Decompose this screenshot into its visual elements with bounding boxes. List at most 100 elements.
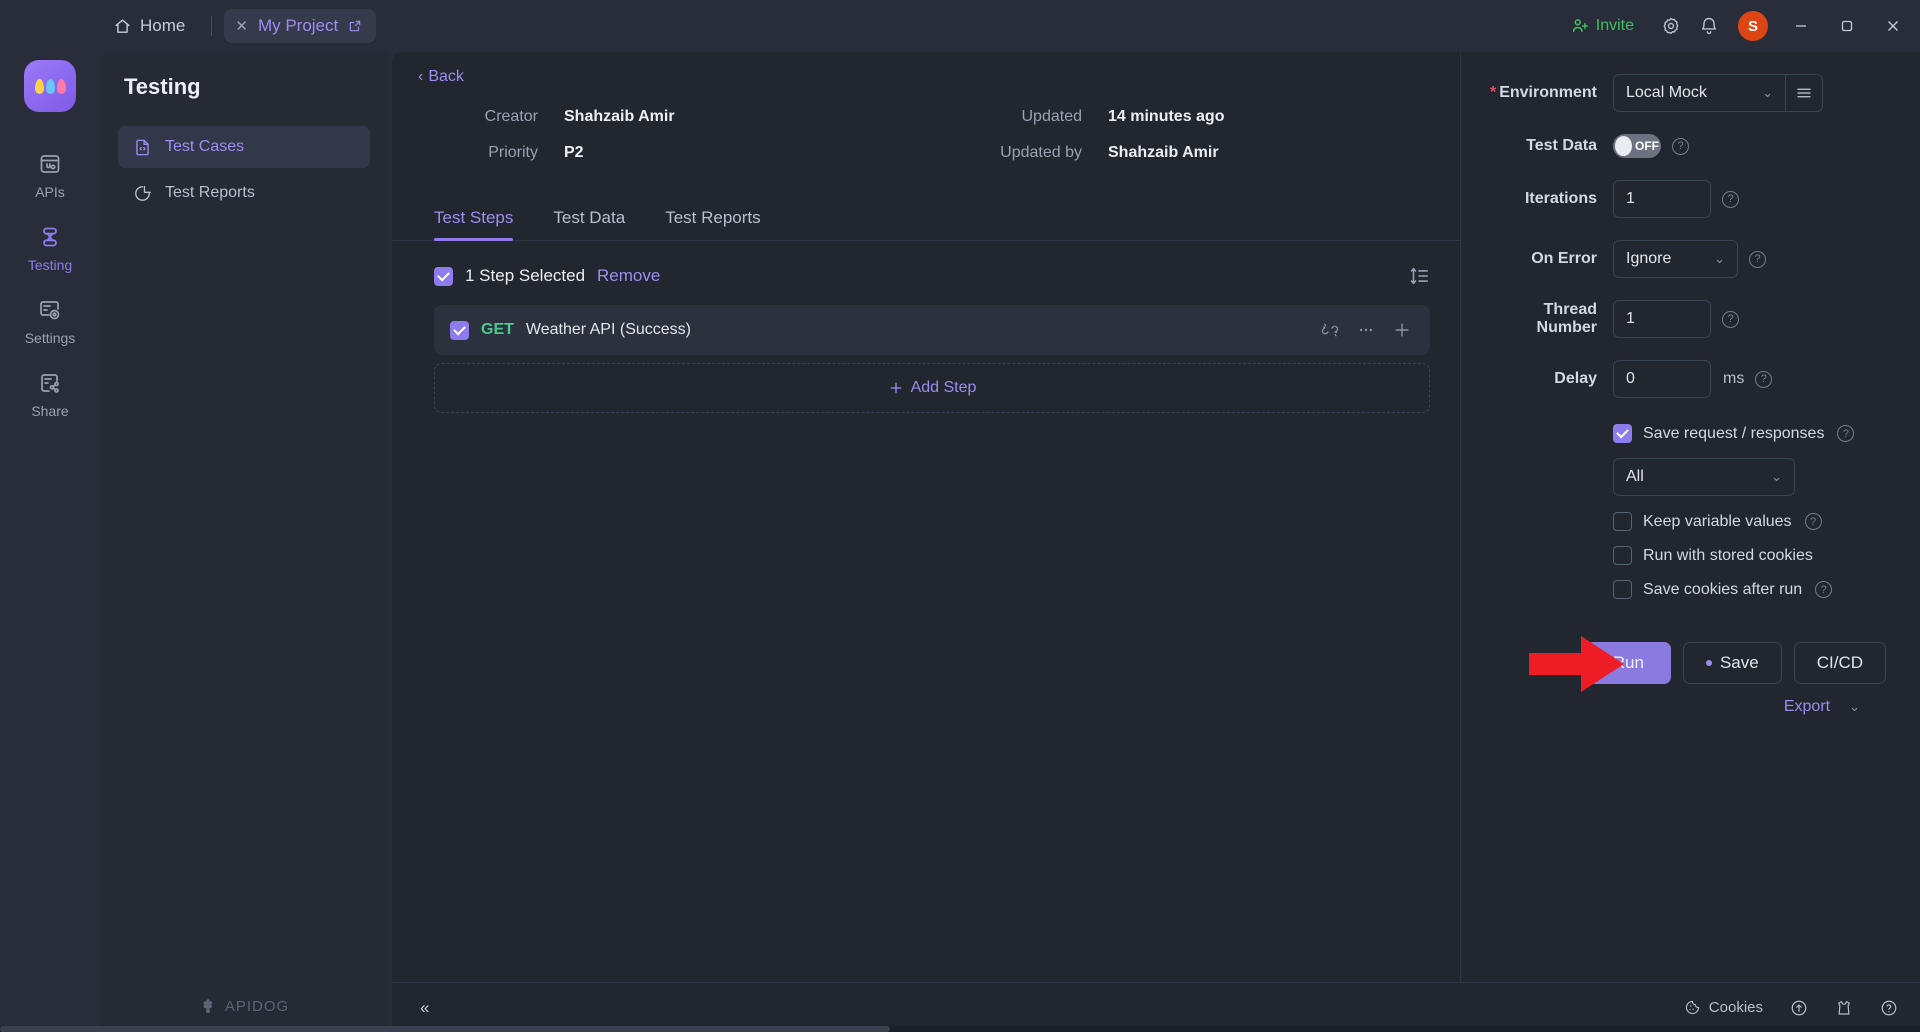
cookies-button[interactable]: Cookies xyxy=(1683,998,1763,1017)
project-tab[interactable]: ✕ My Project xyxy=(224,9,377,43)
environment-control: Local Mock ⌄ xyxy=(1613,74,1823,112)
close-window-icon[interactable] xyxy=(1870,0,1916,52)
plus-icon[interactable] xyxy=(1390,318,1414,342)
apidog-mark-icon xyxy=(199,997,217,1015)
select-all-steps-checkbox[interactable] xyxy=(434,266,453,286)
iterations-input[interactable]: 1 xyxy=(1613,180,1711,218)
broken-link-icon[interactable] xyxy=(1318,318,1342,342)
rail-item-apis[interactable]: APIs xyxy=(0,140,100,213)
steps-area: 1 Step Selected Remove GET Weather API (… xyxy=(392,241,1460,982)
logo-drop-yellow xyxy=(34,78,44,94)
thread-number-value: 1 xyxy=(1626,310,1635,327)
delay-input[interactable]: 0 xyxy=(1613,360,1711,398)
step-checkbox[interactable] xyxy=(450,320,469,340)
apidog-logo-icon[interactable] xyxy=(24,60,76,112)
help-icon[interactable]: ? xyxy=(1672,137,1689,155)
stored-cookies-row: Run with stored cookies xyxy=(1613,546,1886,565)
on-error-select[interactable]: Ignore ⌄ xyxy=(1613,240,1738,278)
project-tab-label: My Project xyxy=(257,16,339,35)
gear-icon[interactable] xyxy=(1652,7,1690,45)
theme-button[interactable] xyxy=(1834,998,1853,1017)
rail-item-label: Testing xyxy=(27,257,73,273)
bell-icon[interactable] xyxy=(1690,7,1728,45)
add-step-label: Add Step xyxy=(910,379,977,396)
tab-test-reports[interactable]: Test Reports xyxy=(665,208,760,240)
thread-number-input[interactable]: 1 xyxy=(1613,300,1711,338)
rail-item-label: APIs xyxy=(35,184,65,200)
external-link-icon[interactable] xyxy=(348,19,362,33)
cookies-label: Cookies xyxy=(1708,999,1763,1016)
save-cookies-checkbox[interactable] xyxy=(1613,580,1632,599)
remove-steps-button[interactable]: Remove xyxy=(597,266,660,286)
rail-item-testing[interactable]: Testing xyxy=(0,213,100,286)
save-requests-checkbox[interactable] xyxy=(1613,424,1632,443)
meta-column-left: Creator Shahzaib Amir Priority P2 xyxy=(392,108,952,162)
config-row-iterations: Iterations 1 ? xyxy=(1485,180,1886,218)
main-panel: ‹ Back Creator Shahzaib Amir Priority P2 xyxy=(392,52,1920,1032)
save-button[interactable]: Save xyxy=(1682,642,1782,684)
meta-row-updated: Updated 14 minutes ago xyxy=(952,108,1225,126)
save-requests-scope-select[interactable]: All ⌄ xyxy=(1613,458,1795,496)
environment-select[interactable]: Local Mock ⌄ xyxy=(1613,74,1785,112)
share-icon xyxy=(37,370,63,396)
stored-cookies-checkbox[interactable] xyxy=(1613,546,1632,565)
back-button[interactable]: ‹ Back xyxy=(392,52,464,86)
minimize-icon[interactable] xyxy=(1778,0,1824,52)
horizontal-scrollbar[interactable] xyxy=(0,1026,1920,1032)
keep-variables-row: Keep variable values ? xyxy=(1613,512,1886,531)
delay-value: 0 xyxy=(1626,370,1635,387)
close-icon[interactable]: ✕ xyxy=(235,19,248,34)
run-button[interactable]: Run xyxy=(1585,642,1671,684)
unsaved-changes-dot xyxy=(1705,660,1712,666)
on-error-value: Ignore xyxy=(1626,250,1672,267)
avatar-initial: S xyxy=(1747,17,1758,35)
help-icon[interactable]: ? xyxy=(1749,250,1766,268)
help-icon[interactable]: ? xyxy=(1722,190,1739,208)
sidebar-item-test-reports[interactable]: Test Reports xyxy=(118,172,370,214)
upload-button[interactable] xyxy=(1789,998,1808,1017)
step-method: GET xyxy=(481,321,514,338)
test-case-detail: ‹ Back Creator Shahzaib Amir Priority P2 xyxy=(392,52,1460,982)
help-icon[interactable]: ? xyxy=(1722,310,1739,328)
sort-icon[interactable] xyxy=(1408,265,1430,287)
table-row[interactable]: GET Weather API (Success) xyxy=(434,305,1430,355)
sidebar-footer-brand: APIDOG xyxy=(100,980,388,1032)
hamburger-icon[interactable] xyxy=(1785,74,1823,112)
help-icon[interactable]: ? xyxy=(1804,513,1822,530)
meta-value: Shahzaib Amir xyxy=(564,108,675,125)
help-button[interactable] xyxy=(1879,998,1898,1017)
help-icon[interactable]: ? xyxy=(1837,425,1855,442)
keep-variables-checkbox[interactable] xyxy=(1613,512,1632,531)
home-tab[interactable]: Home xyxy=(100,10,199,42)
invite-button[interactable]: Invite xyxy=(1559,11,1646,41)
maximize-icon[interactable] xyxy=(1824,0,1870,52)
toggle-knob xyxy=(1615,136,1632,156)
cicd-button[interactable]: CI/CD xyxy=(1793,642,1886,684)
config-row-on-error: On Error Ignore ⌄ ? xyxy=(1485,240,1886,278)
add-step-button[interactable]: Add Step xyxy=(434,363,1430,413)
double-chevron-left-icon[interactable]: « xyxy=(410,992,439,1024)
config-checkboxes: Save request / responses ? All ⌄ Keep va… xyxy=(1485,424,1886,614)
more-horizontal-icon[interactable] xyxy=(1354,318,1378,342)
save-cookies-label: Save cookies after run xyxy=(1643,580,1803,598)
file-code-icon xyxy=(132,137,152,157)
chevron-left-icon: ‹ xyxy=(418,68,424,85)
sidebar-item-test-cases[interactable]: Test Cases xyxy=(118,126,370,168)
rail-item-share[interactable]: Share xyxy=(0,359,100,432)
logo-drop-pink xyxy=(56,78,66,94)
export-button[interactable]: Export ⌄ xyxy=(1485,698,1886,716)
apis-icon xyxy=(37,151,63,177)
rail-item-settings[interactable]: Settings xyxy=(0,286,100,359)
config-row-test-data: Test Data OFF ? xyxy=(1485,134,1886,158)
keep-variables-label: Keep variable values xyxy=(1643,512,1792,530)
test-data-toggle[interactable]: OFF xyxy=(1613,134,1661,158)
avatar[interactable]: S xyxy=(1738,11,1768,41)
sidebar-title: Testing xyxy=(124,74,201,99)
help-icon[interactable]: ? xyxy=(1755,370,1773,388)
user-plus-icon xyxy=(1571,17,1589,35)
tab-test-steps[interactable]: Test Steps xyxy=(434,208,514,241)
tab-test-data[interactable]: Test Data xyxy=(553,208,625,240)
help-icon[interactable]: ? xyxy=(1815,581,1833,598)
invite-label: Invite xyxy=(1595,17,1634,34)
scrollbar-thumb[interactable] xyxy=(0,1026,890,1032)
